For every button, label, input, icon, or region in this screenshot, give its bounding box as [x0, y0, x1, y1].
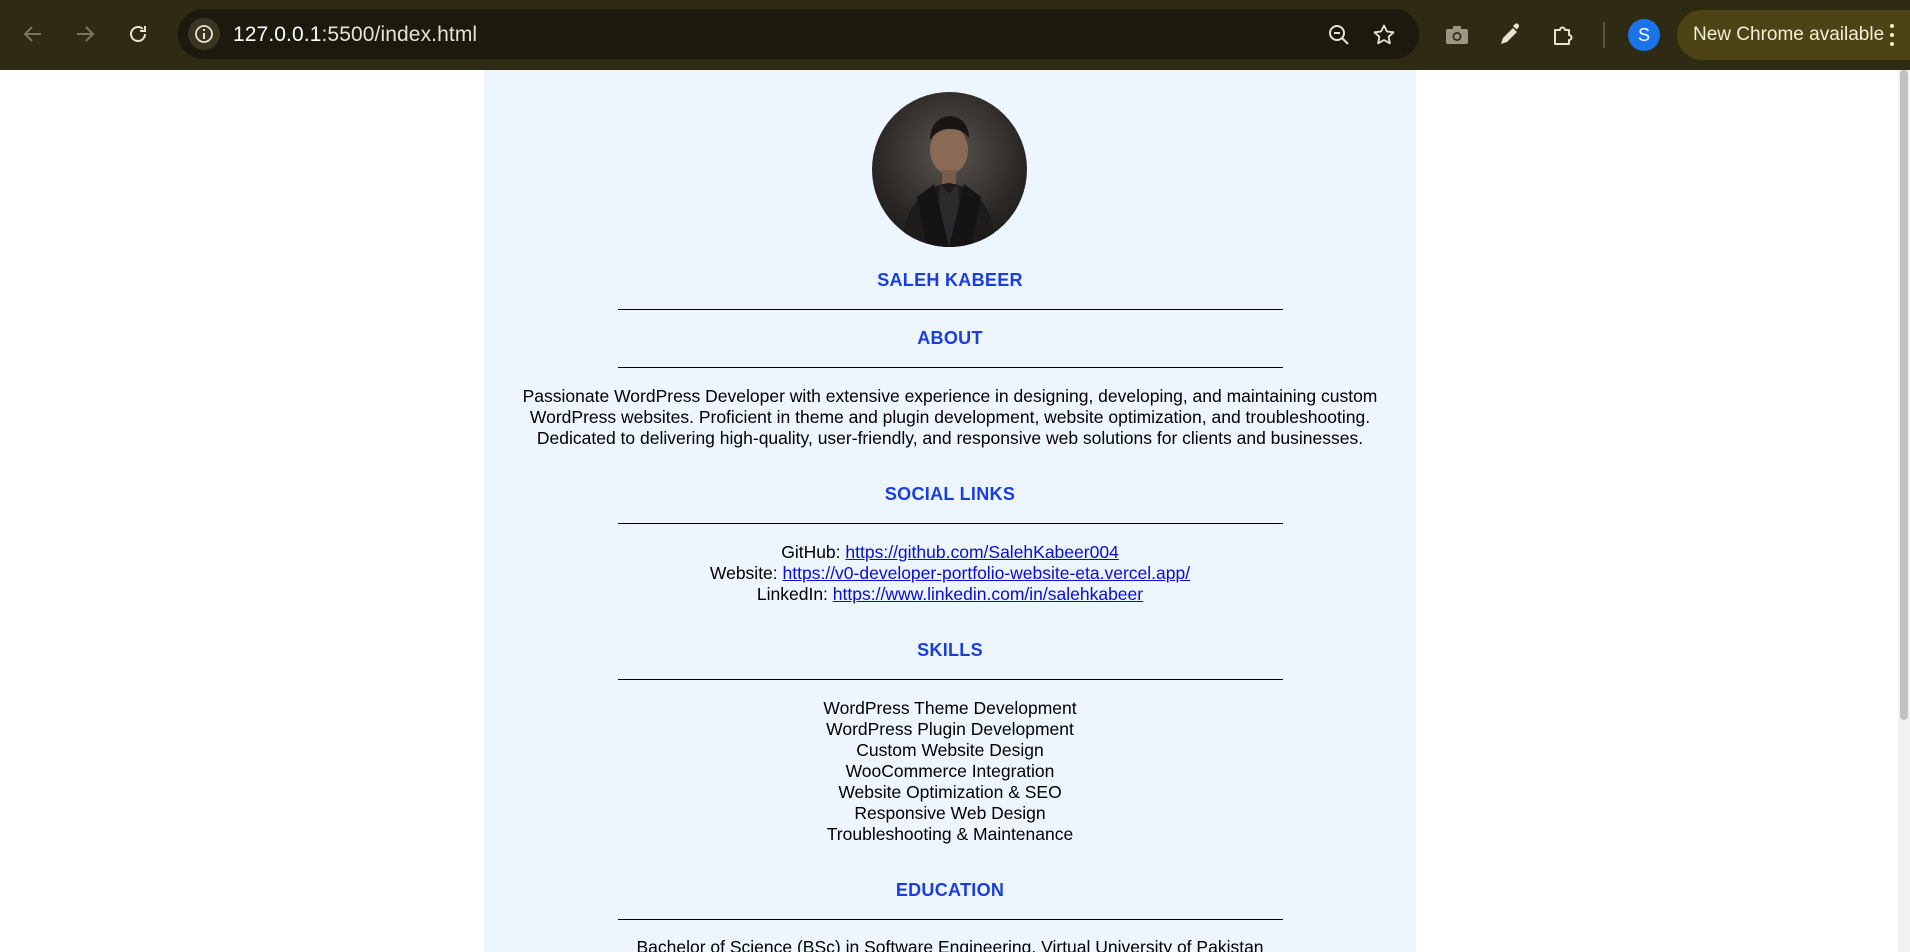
back-button[interactable] — [16, 17, 50, 51]
skills-heading: SKILLS — [917, 640, 983, 660]
bookmark-star-icon[interactable] — [1371, 22, 1397, 48]
about-heading: ABOUT — [917, 328, 983, 348]
page-viewport: SALEH KABEER ABOUT Passionate WordPress … — [0, 70, 1898, 952]
skill-item: Website Optimization & SEO — [838, 782, 1062, 802]
social-links-list: GitHub: https://github.com/SalehKabeer00… — [484, 542, 1416, 605]
kebab-menu-icon[interactable] — [1882, 21, 1902, 49]
education-heading: EDUCATION — [895, 880, 1005, 900]
arrow-left-icon — [23, 26, 41, 42]
reload-button[interactable] — [121, 17, 155, 51]
divider — [618, 367, 1283, 368]
profile-photo — [872, 92, 1027, 247]
scrollbar-thumb[interactable] — [1900, 70, 1908, 720]
linkedin-link[interactable]: https://www.linkedin.com/in/salehkabeer — [833, 584, 1143, 604]
resume-card: SALEH KABEER ABOUT Passionate WordPress … — [484, 70, 1416, 952]
skill-item: Custom Website Design — [856, 740, 1044, 760]
url-host: 127.0.0.1 — [233, 23, 322, 46]
about-paragraph: Passionate WordPress Developer with exte… — [484, 386, 1416, 449]
divider — [618, 523, 1283, 524]
url-text[interactable]: 127.0.0.1:5500/index.html — [233, 23, 477, 47]
divider — [618, 679, 1283, 680]
github-link[interactable]: https://github.com/SalehKabeer004 — [845, 542, 1118, 562]
education-line: Bachelor of Science (BSc) in Software En… — [636, 937, 1264, 952]
site-info-icon[interactable] — [188, 18, 220, 50]
website-label: Website: — [709, 563, 778, 583]
social-link-row: Website: https://v0-developer-portfolio-… — [484, 563, 1416, 584]
social-links-heading: SOCIAL LINKS — [884, 484, 1016, 504]
update-label: New Chrome available — [1693, 24, 1885, 45]
reload-icon — [130, 26, 146, 42]
browser-toolbar: 127.0.0.1:5500/index.html S New Chrome a… — [0, 0, 1910, 70]
camera-icon[interactable] — [1442, 20, 1472, 50]
extensions-puzzle-icon[interactable] — [1549, 20, 1579, 50]
social-link-row: GitHub: https://github.com/SalehKabeer00… — [484, 542, 1416, 563]
skill-item: WordPress Plugin Development — [826, 719, 1074, 739]
website-link[interactable]: https://v0-developer-portfolio-website-e… — [783, 563, 1191, 583]
resume-name: SALEH KABEER — [877, 270, 1023, 290]
url-path: :5500/index.html — [321, 23, 478, 46]
divider — [618, 309, 1283, 310]
skill-item: WordPress Theme Development — [823, 698, 1077, 718]
forward-button[interactable] — [68, 17, 102, 51]
arrow-right-icon — [77, 26, 95, 42]
github-label: GitHub: — [781, 542, 841, 562]
address-bar[interactable]: 127.0.0.1:5500/index.html — [178, 9, 1419, 59]
zoom-icon[interactable] — [1326, 22, 1352, 48]
about-line: WordPress websites. Proficient in theme … — [529, 407, 1371, 427]
page-scrollbar[interactable] — [1898, 70, 1910, 952]
skill-item: Responsive Web Design — [854, 803, 1046, 823]
toolbar-separator — [1603, 22, 1605, 48]
profile-avatar[interactable]: S — [1628, 19, 1660, 51]
about-line: Dedicated to delivering high-quality, us… — [536, 428, 1364, 448]
person-portrait-icon — [902, 116, 996, 247]
social-link-row: LinkedIn: https://www.linkedin.com/in/sa… — [484, 584, 1416, 605]
linkedin-label: LinkedIn: — [756, 584, 828, 604]
divider — [618, 919, 1283, 920]
chrome-update-button[interactable]: New Chrome available — [1677, 10, 1910, 60]
skill-item: WooCommerce Integration — [845, 761, 1055, 781]
eyedropper-icon[interactable] — [1495, 20, 1525, 50]
skill-item: Troubleshooting & Maintenance — [826, 824, 1074, 844]
about-line: Passionate WordPress Developer with exte… — [522, 386, 1378, 406]
skills-list: WordPress Theme Development WordPress Pl… — [484, 698, 1416, 845]
